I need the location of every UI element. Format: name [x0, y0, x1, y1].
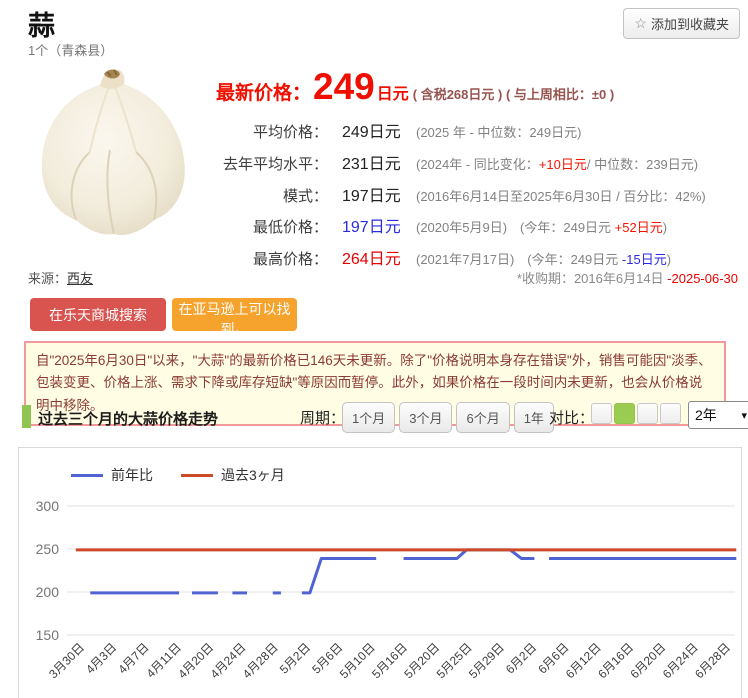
price-row-label: 模式：: [216, 186, 328, 208]
source-row: 来源：西友: [28, 268, 93, 287]
latest-price-note: ( 含税268日元 ) ( 与上周相比：±0 ): [413, 84, 614, 103]
rakuten-search-button[interactable]: 在乐天商城搜索: [30, 298, 166, 331]
price-row-note: (2025 年 - 中位数：249日元): [416, 122, 581, 141]
chart-canvas: 3002502001503月30日4月3日4月7日4月11日4月20日4月24日…: [19, 448, 741, 698]
range-select[interactable]: 2年 ▾: [688, 401, 748, 429]
acquisition-end-date: -2025-06-30: [667, 271, 738, 286]
price-row-label: 去年平均水平：: [216, 154, 328, 176]
price-row-label: 平均价格：: [216, 122, 328, 144]
price-row-label: 最高价格：: [216, 249, 328, 271]
svg-text:200: 200: [36, 584, 60, 600]
page-subtitle: 1个（青森县）: [28, 40, 113, 59]
section-title: 过去三个月的大蒜价格走势: [38, 408, 218, 429]
source-label: 来源：: [28, 271, 67, 286]
svg-text:4月3日: 4月3日: [83, 640, 119, 676]
source-link[interactable]: 西友: [67, 271, 93, 286]
svg-text:3月30日: 3月30日: [46, 640, 87, 681]
compare-checkbox-group: [591, 403, 681, 424]
page-title: 蒜: [28, 4, 55, 43]
period-button-1年[interactable]: 1年: [514, 402, 554, 433]
price-row-note: (2016年6月14日至2025年6月30日 / 百分比：42%): [416, 186, 706, 205]
svg-text:4月28日: 4月28日: [240, 640, 281, 681]
star-icon: ☆: [634, 15, 647, 32]
period-button-1个月[interactable]: 1个月: [342, 402, 395, 433]
latest-price-label: 最新价格：: [216, 78, 311, 105]
price-row-value: 249日元: [342, 118, 416, 142]
price-row-value: 231日元: [342, 150, 416, 174]
svg-text:250: 250: [36, 541, 60, 557]
price-row-label: 最低价格：: [216, 217, 328, 239]
favorite-label: 添加到收藏夹: [651, 14, 729, 33]
amazon-search-button[interactable]: 在亚马逊上可以找到。: [172, 298, 297, 331]
section-marker: [22, 405, 31, 428]
price-row-note: (2021年7月17日) (今年：249日元 -15日元): [416, 249, 671, 268]
price-row-value: 197日元: [342, 182, 416, 206]
period-label: 周期：: [300, 407, 345, 428]
price-chart: 前年比過去3ヶ月 3002502001503月30日4月3日4月7日4月11日4…: [18, 447, 742, 698]
price-detail-rows: 平均价格： 249日元(2025 年 - 中位数：249日元) 去年平均水平： 231…: [216, 115, 744, 274]
compare-checkbox-1[interactable]: [591, 403, 612, 424]
garlic-image: [30, 60, 195, 245]
price-row: 平均价格： 249日元(2025 年 - 中位数：249日元): [216, 115, 744, 147]
svg-text:5月29日: 5月29日: [466, 640, 507, 681]
price-row-note: (2024年 - 同比变化：+10日元/ 中位数：239日元): [416, 154, 698, 173]
svg-text:150: 150: [36, 627, 60, 643]
svg-text:6月28日: 6月28日: [692, 640, 733, 681]
compare-label: 对比：: [549, 407, 594, 428]
add-to-favorites-button[interactable]: ☆ 添加到收藏夹: [623, 8, 740, 39]
period-button-group: 1个月3个月6个月1年: [342, 402, 554, 433]
range-select-value: 2年: [695, 405, 717, 425]
price-row: 最低价格： 197日元(2020年5月9日) (今年：249日元 +52日元): [216, 210, 744, 242]
price-row-value: 197日元: [342, 213, 416, 237]
price-row: 去年平均水平： 231日元(2024年 - 同比变化：+10日元/ 中位数：239…: [216, 147, 744, 179]
period-button-3个月[interactable]: 3个月: [399, 402, 452, 433]
svg-text:5月2日: 5月2日: [277, 640, 313, 676]
latest-price-row: 最新价格： 249 日元 ( 含税268日元 ) ( 与上周相比：±0 ): [216, 68, 744, 105]
svg-text:6月2日: 6月2日: [503, 640, 539, 676]
compare-checkbox-3[interactable]: [637, 403, 658, 424]
acquisition-prefix: *收购期：2016年6月14日: [517, 271, 667, 286]
svg-text:300: 300: [36, 498, 60, 514]
latest-price-unit: 日元: [377, 80, 409, 104]
latest-price-value: 249: [313, 68, 375, 105]
price-row: 模式： 197日元(2016年6月14日至2025年6月30日 / 百分比：42%…: [216, 179, 744, 211]
chevron-down-icon: ▾: [741, 409, 747, 422]
price-row-value: 264日元: [342, 245, 416, 269]
period-button-6个月[interactable]: 6个月: [456, 402, 509, 433]
price-row-note: (2020年5月9日) (今年：249日元 +52日元): [416, 217, 667, 236]
compare-checkbox-2[interactable]: [614, 403, 635, 424]
compare-checkbox-4[interactable]: [660, 403, 681, 424]
acquisition-period: *收购期：2016年6月14日 -2025-06-30: [517, 268, 738, 287]
price-panel: 最新价格： 249 日元 ( 含税268日元 ) ( 与上周相比：±0 ) 平均…: [216, 68, 744, 274]
page: 蒜 1个（青森县） ☆ 添加到收藏夹 最新价格： 249 日元 ( 含税268日…: [0, 0, 748, 698]
